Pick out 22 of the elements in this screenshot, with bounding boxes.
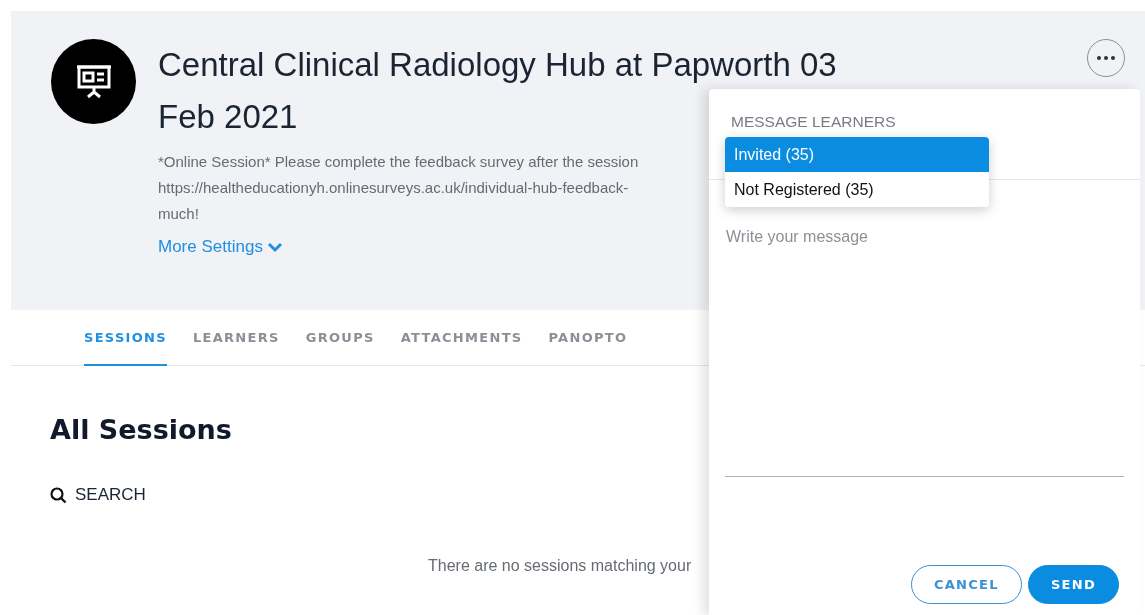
session-description: *Online Session* Please complete the feedback survey after the session: [158, 152, 639, 172]
panel-title: MESSAGE LEARNERS: [731, 113, 897, 131]
session-title: Feb 2021: [158, 97, 298, 137]
more-settings-link[interactable]: More Settings: [158, 237, 283, 257]
tab[interactable]: PANOPTO: [548, 310, 628, 366]
chevron-down-icon: [266, 241, 283, 253]
search-icon: [50, 486, 67, 504]
dropdown-option[interactable]: Not Registered (35): [725, 172, 989, 207]
empty-message: There are no sessions matching your: [428, 557, 693, 575]
tab[interactable]: GROUPS: [305, 310, 375, 366]
tab[interactable]: SESSIONS: [84, 310, 167, 366]
dropdown-option[interactable]: Invited (35): [725, 137, 989, 172]
session-description: much!: [158, 204, 199, 224]
session-title: Central Clinical Radiology Hub at Papworth 03: [158, 45, 837, 85]
tab[interactable]: LEARNERS: [192, 310, 280, 366]
session-description: https://healtheducationyh.onlinesurveys.ac.uk/individual-hub-feedback-: [158, 178, 629, 198]
search-label[interactable]: SEARCH: [75, 485, 146, 505]
cancel-button[interactable]: CANCEL: [910, 565, 1022, 604]
send-button[interactable]: SEND: [1027, 565, 1119, 604]
ellipsis-icon: [1097, 56, 1115, 60]
section-title: All Sessions: [50, 414, 233, 445]
tab[interactable]: ATTACHMENTS: [400, 310, 523, 366]
